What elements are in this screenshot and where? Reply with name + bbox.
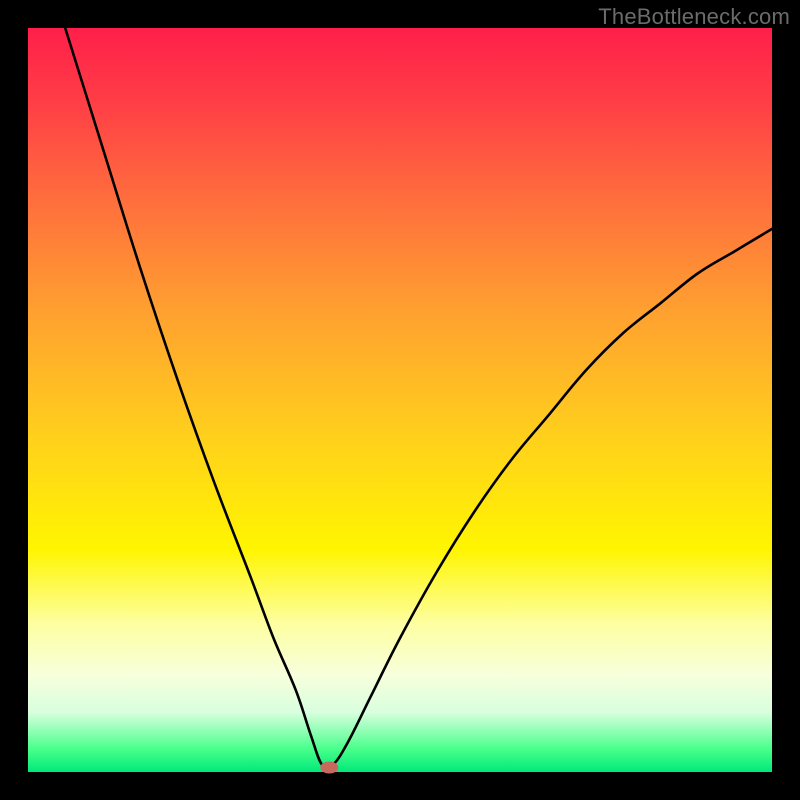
chart-frame: TheBottleneck.com xyxy=(0,0,800,800)
plot-area xyxy=(28,28,772,772)
minimum-marker xyxy=(320,762,338,774)
curve-svg xyxy=(28,28,772,772)
bottleneck-curve xyxy=(65,28,772,768)
watermark-text: TheBottleneck.com xyxy=(598,4,790,30)
